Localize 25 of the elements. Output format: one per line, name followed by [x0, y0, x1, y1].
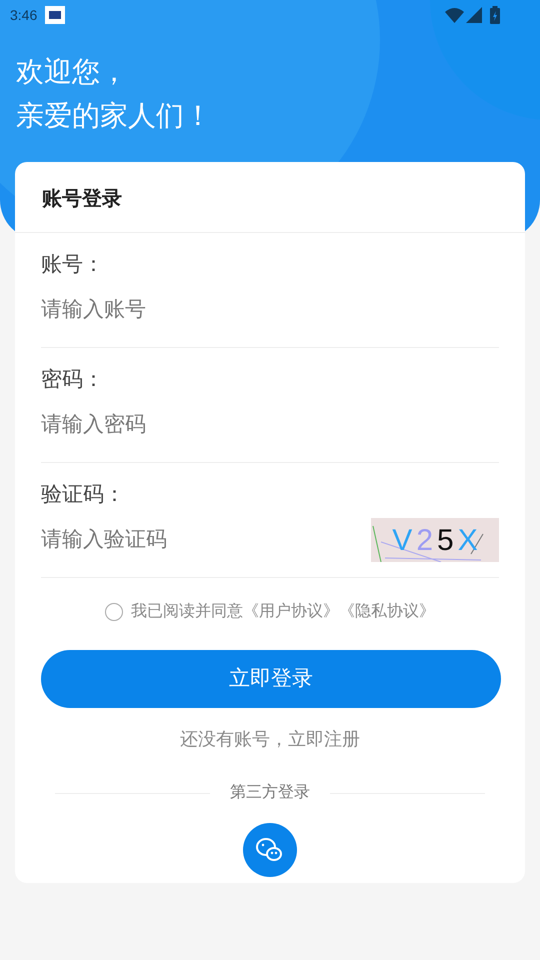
input-field[interactable]: 请输入密码	[41, 405, 499, 445]
third-party-label: 第三方登录	[230, 782, 310, 803]
field-label: 密码：	[41, 367, 104, 393]
wifi-icon	[445, 7, 464, 23]
captcha-character: 5	[437, 522, 454, 558]
input-field[interactable]: 请输入账号	[41, 290, 499, 330]
agreement-checkbox[interactable]	[105, 603, 123, 621]
greeting-text: 欢迎您，	[16, 55, 128, 89]
captcha-character: V	[392, 522, 412, 558]
field-label: 验证码：	[41, 482, 125, 508]
app-notification-icon	[45, 6, 66, 24]
login-button[interactable]: 立即登录	[41, 650, 501, 708]
agreement-text: 我已阅读并同意《用户协议》《隐私协议》	[131, 602, 435, 622]
signal-icon	[466, 7, 482, 23]
status-time: 3:46	[10, 6, 38, 24]
register-link[interactable]: 还没有账号，立即注册	[180, 726, 360, 753]
captcha-image[interactable]: V2 5X	[371, 518, 499, 562]
wechat-login-icon[interactable]	[243, 823, 297, 877]
battery-icon	[490, 6, 500, 24]
captcha-character: X	[458, 522, 478, 558]
input-field[interactable]: 请输入验证码	[41, 520, 371, 560]
field-label: 账号：	[41, 252, 104, 278]
captcha-character: 2	[416, 522, 433, 558]
greeting-text: 亲爱的家人们！	[16, 99, 212, 133]
card-title: 账号登录	[42, 187, 122, 212]
